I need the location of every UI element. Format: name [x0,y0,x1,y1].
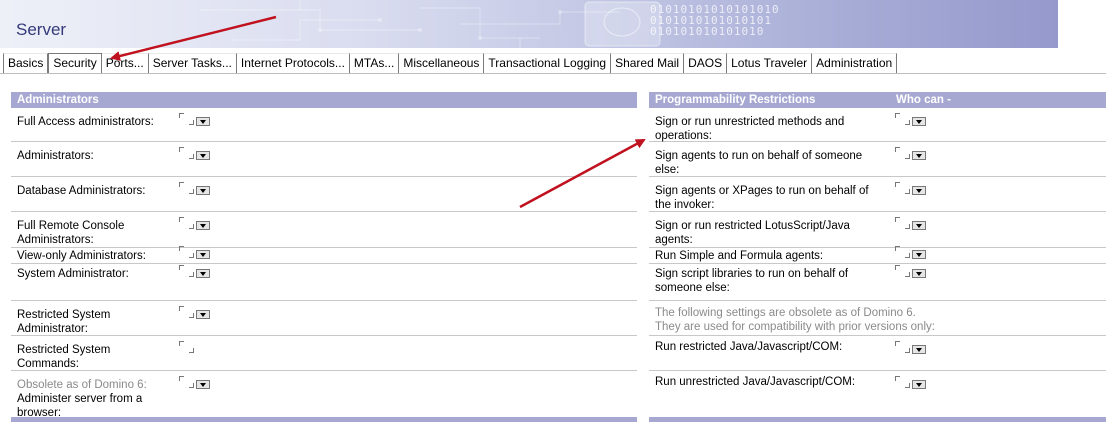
admin-row-restricted-system: Restricted System Administrator: [11,301,637,336]
names-field[interactable] [895,182,935,196]
row-label: Run restricted Java/Javascript/COM: [655,341,843,353]
names-field[interactable] [179,265,219,279]
window-title: Server [16,20,67,39]
names-field[interactable] [895,246,935,260]
row-label: Full Access administrators: [17,116,154,128]
names-field[interactable] [179,246,219,260]
names-field[interactable] [895,376,935,390]
envelope-graphic [584,1,661,47]
names-field[interactable] [179,147,219,161]
row-label: Sign or run unrestricted methods and ope… [655,116,845,142]
tab-ports[interactable]: Ports... [101,53,149,73]
binary-decoration: 01010101010101010 0101010101010101 01010… [650,3,780,38]
names-field[interactable] [895,217,935,231]
prog-obsolete-note-row: The following settings are obsolete as o… [649,301,1106,336]
names-field[interactable] [179,376,219,390]
dropdown-arrow-icon[interactable] [196,250,210,259]
tab-miscellaneous[interactable]: Miscellaneous [399,53,485,73]
tab-administration[interactable]: Administration [812,53,898,73]
programmability-section: Programmability Restrictions Who can - Si… [649,92,1106,419]
row-label: Restricted System Administrator: [17,309,111,335]
names-field[interactable] [179,182,219,196]
tab-lotus-traveler[interactable]: Lotus Traveler [727,53,813,73]
prog-row-unrestricted: Sign or run unrestricted methods and ope… [649,108,1106,142]
administrators-footer-bar [11,417,637,422]
administrators-header: Administrators [11,92,637,108]
dropdown-arrow-icon[interactable] [912,151,926,160]
dropdown-arrow-icon[interactable] [912,345,926,354]
prog-row-script-libraries: Sign script libraries to run on behalf o… [649,264,1106,301]
dropdown-arrow-icon[interactable] [196,117,210,126]
row-label: Sign agents or XPages to run on behalf o… [655,185,869,211]
row-label: Sign script libraries to run on behalf o… [655,268,849,294]
names-field[interactable] [179,113,219,127]
banner: Server 01010101010101010 010101010101010… [0,0,1058,48]
row-label: Full Remote Console Administrators: [17,220,125,246]
row-label: Restricted System Commands: [17,344,111,370]
tab-basics[interactable]: Basics [3,53,49,73]
prog-row-unrestricted-java: Run unrestricted Java/Javascript/COM: [649,371,1106,419]
tab-shared-mail[interactable]: Shared Mail [611,53,685,73]
admin-row-database: Database Administrators: [11,177,637,212]
tab-internet-protocols[interactable]: Internet Protocols... [236,53,350,73]
names-field[interactable] [895,265,935,279]
prog-row-behalf-invoker: Sign agents or XPages to run on behalf o… [649,177,1106,212]
prog-row-restricted-java: Run restricted Java/Javascript/COM: [649,336,1106,371]
admin-row-restricted-commands: Restricted System Commands: [11,336,637,371]
row-label: Sign or run restricted LotusScript/Java … [655,220,850,246]
names-field[interactable] [179,341,219,355]
row-label: Sign agents to run on behalf of someone … [655,150,863,176]
tab-mtas[interactable]: MTAs... [349,53,400,73]
dropdown-arrow-icon[interactable] [912,380,926,389]
who-can-header: Who can - [896,94,951,106]
row-label: System Administrator: [17,268,129,280]
admin-row-browser: Obsolete as of Domino 6: Administer serve… [11,371,637,419]
names-field[interactable] [895,341,935,355]
dropdown-arrow-icon[interactable] [912,221,926,230]
dropdown-arrow-icon[interactable] [196,269,210,278]
prog-row-simple-formula: Run Simple and Formula agents: [649,246,1106,264]
tab-security[interactable]: Security [48,53,102,73]
admin-row-view-only: View-only Administrators: [11,246,637,264]
tab-divider [0,73,1106,74]
tab-transactional-logging[interactable]: Transactional Logging [484,53,612,73]
obsolete-note: The following settings are obsolete as o… [655,307,935,333]
row-label: View-only Administrators: [17,250,146,262]
names-field[interactable] [179,306,219,320]
names-field[interactable] [895,147,935,161]
tab-server-tasks[interactable]: Server Tasks... [148,53,237,73]
dropdown-arrow-icon[interactable] [196,380,210,389]
programmability-header: Programmability Restrictions Who can - [649,92,1106,108]
admin-row-full-access: Full Access administrators: [11,108,637,142]
dropdown-arrow-icon[interactable] [196,221,210,230]
row-label: Database Administrators: [17,185,146,197]
programmability-footer-bar [649,417,1106,422]
obsolete-note: Obsolete as of Domino 6: [17,379,147,391]
dropdown-arrow-icon[interactable] [912,117,926,126]
dropdown-arrow-icon[interactable] [912,186,926,195]
row-label: Obsolete as of Domino 6: Administer serve… [17,379,147,419]
row-label: Run Simple and Formula agents: [655,250,824,262]
tab-bar: Basics Security Ports... Server Tasks...… [3,53,898,73]
dropdown-arrow-icon[interactable] [912,269,926,278]
admin-row-administrators: Administrators: [11,142,637,177]
tab-daos[interactable]: DAOS [684,53,728,73]
row-label: Run unrestricted Java/Javascript/COM: [655,376,856,388]
administrators-section: Administrators Full Access administrator… [11,92,637,419]
prog-row-restricted: Sign or run restricted LotusScript/Java … [649,212,1106,248]
prog-row-behalf-someone: Sign agents to run on behalf of someone … [649,142,1106,177]
names-field[interactable] [895,113,935,127]
names-field[interactable] [179,217,219,231]
admin-row-full-remote-console: Full Remote Console Administrators: [11,212,637,248]
circuit-pattern [200,0,661,48]
dropdown-arrow-icon[interactable] [196,186,210,195]
dropdown-arrow-icon[interactable] [912,250,926,259]
dropdown-arrow-icon[interactable] [196,151,210,160]
dropdown-arrow-icon[interactable] [196,310,210,319]
row-label: Administrators: [17,150,94,162]
admin-row-system: System Administrator: [11,264,637,301]
